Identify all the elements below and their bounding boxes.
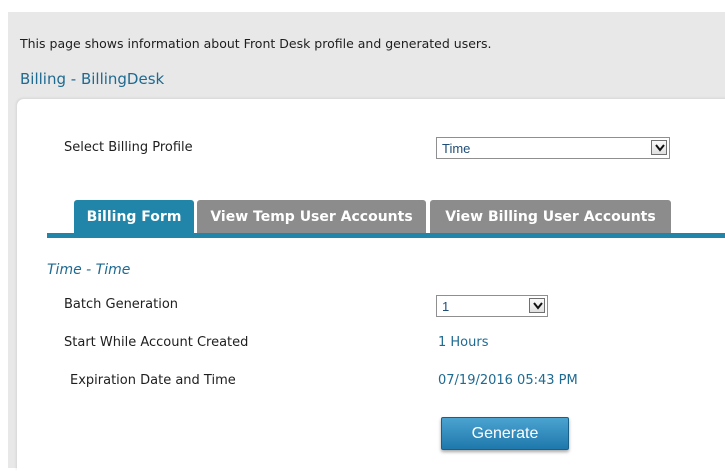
billing-panel: Select Billing Profile Time Billing Form… xyxy=(17,99,725,471)
expiration-date-label: Expiration Date and Time xyxy=(70,373,236,388)
page-background: This page shows information about Front … xyxy=(8,12,725,471)
intro-text: This page shows information about Front … xyxy=(20,36,492,51)
section-title: Time - Time xyxy=(47,262,131,278)
batch-generation-value: 1 xyxy=(442,299,450,314)
tab-billing-form[interactable]: Billing Form xyxy=(74,200,194,233)
chevron-down-icon[interactable] xyxy=(651,140,667,155)
tabs-underline xyxy=(47,233,725,238)
batch-generation-select[interactable]: 1 xyxy=(436,295,548,317)
expiration-date-value: 07/19/2016 05:43 PM xyxy=(438,373,578,388)
start-while-account-created-label: Start While Account Created xyxy=(64,335,249,350)
chevron-down-icon[interactable] xyxy=(529,298,545,313)
billing-profile-value: Time xyxy=(442,141,471,156)
tab-view-temp-user-accounts[interactable]: View Temp User Accounts xyxy=(197,200,426,233)
page-title: Billing - BillingDesk xyxy=(20,70,165,88)
generate-button[interactable]: Generate xyxy=(441,417,569,450)
batch-generation-label: Batch Generation xyxy=(64,297,179,312)
select-billing-profile-label: Select Billing Profile xyxy=(64,140,193,155)
billing-profile-select[interactable]: Time xyxy=(436,137,670,159)
start-while-account-created-value: 1 Hours xyxy=(438,335,489,350)
tab-view-billing-user-accounts[interactable]: View Billing User Accounts xyxy=(430,200,671,233)
